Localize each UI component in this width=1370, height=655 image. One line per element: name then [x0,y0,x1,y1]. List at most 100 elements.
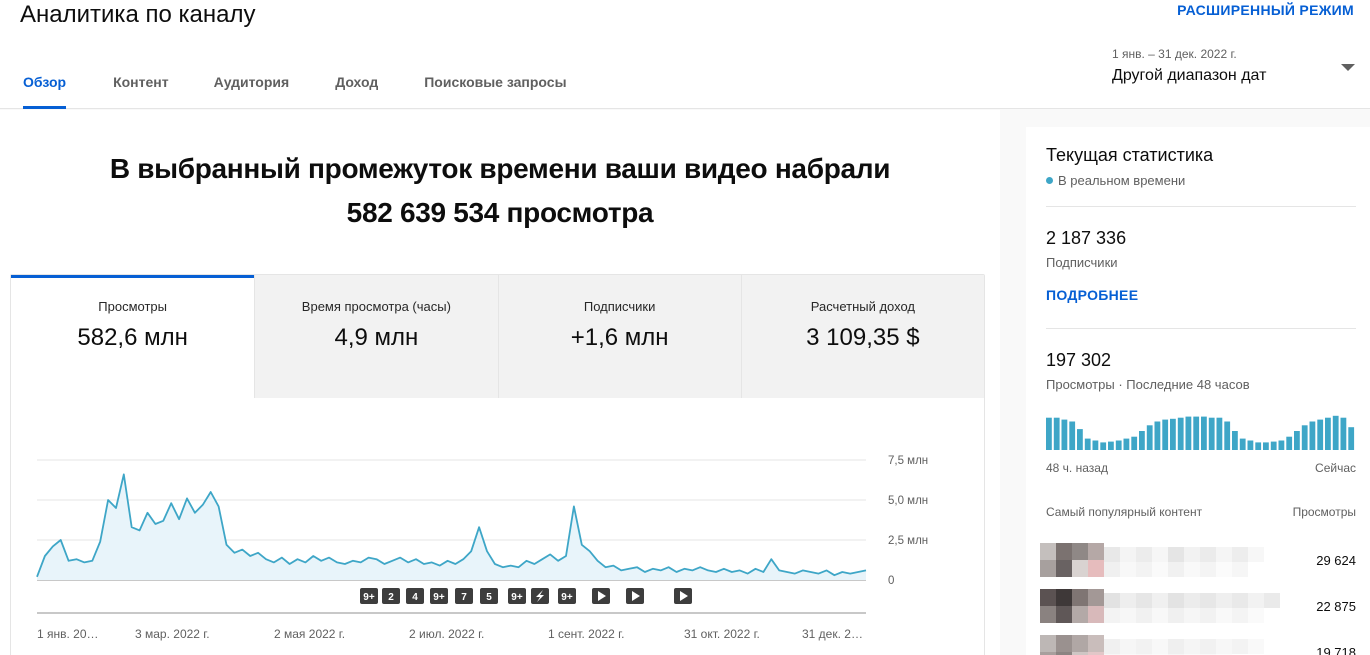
mini-bar[interactable] [1332,415,1339,450]
metric-tabs: Просмотры 582,6 млн Время просмотра (час… [11,275,984,398]
top-content-item[interactable]: 22 875 [1040,589,1356,629]
mini-bar[interactable] [1286,436,1293,450]
upload-marker[interactable]: 9+ [558,588,576,604]
metric-label: Расчетный доход [810,299,916,314]
mini-bar[interactable] [1201,416,1207,450]
mini-bar[interactable] [1216,417,1223,450]
headline-text: В выбранный промежуток времени ваши виде… [109,153,891,184]
mini-bar[interactable] [1208,417,1215,450]
svg-text:2: 2 [388,592,394,603]
mini-bar[interactable] [1139,431,1145,450]
headline-total-views: 582 639 534 просмотра [346,197,654,228]
mini-bar[interactable] [1309,421,1316,451]
mini-bar[interactable] [1046,417,1052,450]
mini-bar[interactable] [1193,416,1200,450]
metric-watch-time[interactable]: Время просмотра (часы) 4,9 млн [254,275,498,398]
y-tick-label: 2,5 млн [888,535,928,547]
mini-bar[interactable] [1170,418,1176,450]
mini-bar[interactable] [1092,440,1099,451]
upload-marker[interactable]: 7 [455,588,473,604]
tab-overview[interactable]: Обзор [0,66,89,109]
mini-axis-start: 48 ч. назад [1046,461,1108,475]
play-marker-icon[interactable] [626,588,644,604]
views-48h-count: 197 302 [1046,350,1112,370]
upload-marker[interactable]: 5 [480,588,498,604]
mini-bar[interactable] [1325,417,1331,450]
views-48h-bars[interactable] [1046,412,1356,450]
svg-text:9+: 9+ [511,592,523,603]
mini-bar[interactable] [1069,421,1076,451]
shorts-marker-icon[interactable] [531,588,549,604]
upload-marker[interactable]: 2 [382,588,400,604]
video-title-blurred [1104,547,1280,577]
advanced-mode-link[interactable]: РАСШИРЕННЫЙ РЕЖИМ [1177,2,1354,18]
live-dot-icon [1046,177,1053,184]
top-content-item[interactable]: 29 624 [1040,543,1356,583]
metric-revenue[interactable]: Расчетный доход 3 109,35 $ [740,275,984,398]
upload-marker[interactable]: 9+ [508,588,526,604]
divider [1046,328,1356,329]
mini-bar[interactable] [1115,440,1122,451]
mini-bar[interactable] [1301,425,1308,450]
tab-revenue[interactable]: Доход [312,66,401,109]
mini-bar[interactable] [1077,429,1083,450]
metrics-chart-card: Просмотры 582,6 млн Время просмотра (час… [10,274,985,655]
top-content-header: Самый популярный контент [1046,505,1203,519]
mini-bar[interactable] [1340,417,1347,450]
date-range-selector[interactable]: 1 янв. – 31 дек. 2022 г. Другой диапазон… [1112,47,1357,97]
top-content-views-header: Просмотры [1292,505,1356,519]
mini-bar[interactable] [1263,442,1269,450]
mini-bar[interactable] [1185,416,1192,450]
mini-bar[interactable] [1247,440,1254,451]
tab-audience[interactable]: Аудитория [191,66,313,109]
mini-bar[interactable] [1294,431,1300,450]
mini-bar[interactable] [1084,438,1091,450]
mini-bar[interactable] [1061,419,1068,450]
video-thumbnail [1040,635,1104,655]
mini-bar[interactable] [1154,421,1161,451]
y-tick-label: 5,0 млн [888,495,928,507]
mini-bar[interactable] [1177,417,1184,450]
metric-views[interactable]: Просмотры 582,6 млн [11,275,255,398]
mini-bar[interactable] [1162,419,1169,450]
upload-marker[interactable]: 4 [406,588,424,604]
mini-bar[interactable] [1348,427,1355,450]
metric-label: Время просмотра (часы) [301,299,451,314]
top-content-item[interactable]: 19 718 [1040,635,1356,655]
realtime-label: В реальном времени [1058,173,1186,188]
mini-bar[interactable] [1100,442,1107,450]
mini-bar[interactable] [1270,441,1277,450]
mini-bar[interactable] [1317,419,1324,450]
analytics-header: Аналитика по каналу РАСШИРЕННЫЙ РЕЖИМ Об… [0,0,1370,109]
mini-bar[interactable] [1232,431,1238,450]
see-more-link[interactable]: ПОДРОБНЕЕ [1046,287,1138,303]
video-views: 22 875 [1316,599,1356,614]
video-views: 29 624 [1316,553,1356,568]
mini-bar[interactable] [1131,436,1138,450]
mini-bar[interactable] [1239,438,1246,450]
video-title-blurred [1104,639,1280,655]
metric-value: 3 109,35 $ [806,324,920,351]
mini-bar[interactable] [1146,425,1153,450]
mini-bar[interactable] [1278,440,1285,451]
mini-bar[interactable] [1108,441,1114,450]
tab-bar: Обзор Контент Аудитория Доход Поисковые … [0,66,590,109]
upload-marker[interactable]: 9+ [430,588,448,604]
tab-content[interactable]: Контент [89,66,191,109]
mini-bar[interactable] [1123,438,1130,450]
views-chart[interactable]: 0 2,5 млн 5,0 млн 7,5 млн 9+ 2 4 9+ 7 5 9+ 9+ 1 янв.… [11,398,984,655]
x-tick-label: 31 дек. 2… [802,627,863,641]
tab-search-queries[interactable]: Поисковые запросы [401,66,589,109]
mini-bar[interactable] [1255,442,1262,450]
mini-bar[interactable] [1053,417,1060,450]
play-marker-icon[interactable] [674,588,692,604]
subscribers-count: 2 187 336 [1046,228,1127,248]
video-thumbnail [1040,543,1104,577]
metric-subscribers[interactable]: Подписчики +1,6 млн [497,275,741,398]
play-marker-icon[interactable] [592,588,610,604]
mini-bar[interactable] [1224,421,1231,451]
svg-text:9+: 9+ [433,592,445,603]
svg-text:9+: 9+ [561,592,573,603]
svg-text:9+: 9+ [363,592,375,603]
upload-marker[interactable]: 9+ [360,588,378,604]
